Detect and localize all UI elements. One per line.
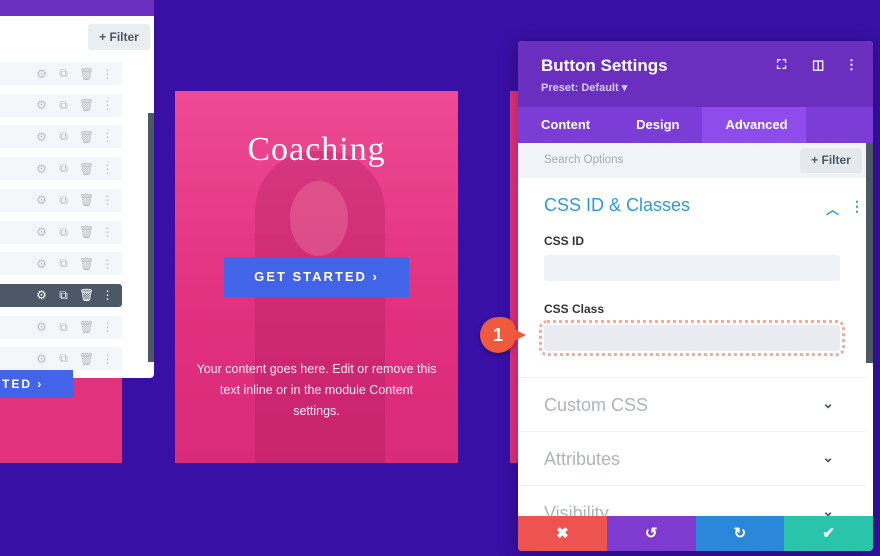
duplicate-icon[interactable]: ⧉ xyxy=(57,161,70,176)
preset-dropdown[interactable]: Preset: Default ▾ xyxy=(541,81,627,94)
close-icon: ✖ xyxy=(556,525,569,542)
more-icon[interactable]: ⋮ xyxy=(101,352,114,366)
tab-content[interactable]: Content xyxy=(518,107,613,143)
more-icon[interactable]: ⋮ xyxy=(101,130,114,144)
card-body-text: Your content goes here. Edit or remove t… xyxy=(196,362,437,418)
filter-button[interactable]: + Filter xyxy=(800,148,862,173)
panel-footer: ✖ ↺ ↻ ✔ xyxy=(518,516,873,551)
chevron-down-icon: ⌄ xyxy=(822,395,834,411)
section-title-css-id-classes[interactable]: CSS ID & Classes xyxy=(544,195,690,216)
more-icon[interactable]: ⋮ xyxy=(101,98,114,112)
partial-get-started-button[interactable]: TED › xyxy=(0,370,73,398)
section-label: Attributes xyxy=(544,449,621,469)
redo-icon: ↻ xyxy=(733,525,747,542)
gear-icon[interactable]: ⚙ xyxy=(35,320,48,334)
tab-design[interactable]: Design xyxy=(613,107,702,143)
trash-icon[interactable]: 🗑 xyxy=(79,320,94,334)
card-title: Coaching xyxy=(247,131,386,168)
trash-icon[interactable]: 🗑 xyxy=(79,130,94,144)
panel-title: Button Settings xyxy=(541,56,668,75)
button-settings-panel: Button Settings Preset: Default ▾ ⛶ ◫ ⋮ … xyxy=(518,41,873,551)
undo-button[interactable]: ↺ xyxy=(606,516,696,551)
duplicate-icon[interactable]: ⧉ xyxy=(57,351,70,366)
layers-header xyxy=(0,0,154,16)
scrollbar[interactable] xyxy=(866,143,873,363)
gear-icon[interactable]: ⚙ xyxy=(35,98,48,112)
gear-icon[interactable]: ⚙ xyxy=(35,193,48,207)
duplicate-icon[interactable]: ⧉ xyxy=(57,129,70,144)
trash-icon[interactable]: 🗑 xyxy=(79,193,94,207)
layers-panel: + Filter ⚙ ⧉ 🗑 ⋮ ⚙ ⧉ 🗑 ⋮ ⚙ ⧉ 🗑 ⋮ ⚙ ⧉ 🗑 ⋮ ⚙ ⧉ 🗑 ⋮ ⚙ ⧉ 🗑 ⋮ ⚙ ⧉ 🗑 ⋮ ⚙ ⧉ 🗑… xyxy=(0,0,154,378)
layer-row[interactable]: ⚙ ⧉ 🗑 ⋮ xyxy=(0,157,122,181)
layer-row[interactable]: ⚙ ⧉ 🗑 ⋮ xyxy=(0,188,122,212)
css-class-input[interactable] xyxy=(539,320,845,356)
gear-icon[interactable]: ⚙ xyxy=(35,288,48,302)
search-bar: Search Options + Filter xyxy=(518,143,866,178)
duplicate-icon[interactable]: ⧉ xyxy=(57,66,70,81)
trash-icon[interactable]: 🗑 xyxy=(79,98,94,112)
layer-row[interactable]: ⚙ ⧉ 🗑 ⋮ xyxy=(0,220,122,244)
more-icon[interactable]: ⋮ xyxy=(101,162,114,176)
layer-row[interactable]: ⚙ ⧉ 🗑 ⋮ xyxy=(0,125,122,149)
coaching-card: Coaching GET STARTED › Your content goes… xyxy=(175,91,458,463)
panel-header: Button Settings Preset: Default ▾ ⛶ ◫ ⋮ xyxy=(518,41,873,107)
redo-button[interactable]: ↻ xyxy=(695,516,785,551)
section-more-icon[interactable]: ⋮ xyxy=(850,198,864,215)
chevron-down-icon: ⌄ xyxy=(822,449,834,465)
check-icon: ✔ xyxy=(822,525,835,542)
trash-icon[interactable]: 🗑 xyxy=(79,257,94,271)
gear-icon[interactable]: ⚙ xyxy=(35,257,48,271)
trash-icon[interactable]: 🗑 xyxy=(79,225,94,239)
get-started-button[interactable]: GET STARTED › xyxy=(224,257,409,297)
section-attributes[interactable]: Attributes ⌄ xyxy=(518,431,866,485)
section-custom-css[interactable]: Custom CSS ⌄ xyxy=(518,377,866,431)
layer-row[interactable]: ⚙ ⧉ 🗑 ⋮ xyxy=(0,315,122,339)
more-icon[interactable]: ⋮ xyxy=(101,193,114,207)
duplicate-icon[interactable]: ⧉ xyxy=(57,256,70,271)
trash-icon[interactable]: 🗑 xyxy=(79,67,94,81)
cancel-button[interactable]: ✖ xyxy=(518,516,607,551)
more-icon[interactable]: ⋮ xyxy=(101,67,114,81)
more-icon[interactable]: ⋮ xyxy=(101,288,114,302)
duplicate-icon[interactable]: ⧉ xyxy=(57,288,70,303)
duplicate-icon[interactable]: ⧉ xyxy=(57,225,70,240)
css-id-input[interactable] xyxy=(544,255,840,281)
sidebar-toggle-icon[interactable]: ◫ xyxy=(812,57,824,73)
trash-icon[interactable]: 🗑 xyxy=(79,162,94,176)
css-id-label: CSS ID xyxy=(544,234,585,248)
more-icon[interactable]: ⋮ xyxy=(101,257,114,271)
gear-icon[interactable]: ⚙ xyxy=(35,162,48,176)
undo-icon: ↺ xyxy=(644,525,658,542)
gear-icon[interactable]: ⚙ xyxy=(35,225,48,239)
trash-icon[interactable]: 🗑 xyxy=(79,288,94,302)
layer-row[interactable]: ⚙ ⧉ 🗑 ⋮ xyxy=(0,252,122,276)
scrollbar[interactable] xyxy=(148,113,154,362)
duplicate-icon[interactable]: ⧉ xyxy=(57,98,70,113)
tab-advanced[interactable]: Advanced xyxy=(702,107,807,143)
layer-row[interactable]: ⚙ ⧉ 🗑 ⋮ xyxy=(0,62,122,85)
trash-icon[interactable]: 🗑 xyxy=(79,352,94,366)
more-icon[interactable]: ⋮ xyxy=(101,320,114,334)
filter-button[interactable]: + Filter xyxy=(88,24,150,50)
duplicate-icon[interactable]: ⧉ xyxy=(57,320,70,335)
save-button[interactable]: ✔ xyxy=(784,516,873,551)
gear-icon[interactable]: ⚙ xyxy=(35,130,48,144)
layer-row[interactable]: ⚙ ⧉ 🗑 ⋮ xyxy=(0,93,122,117)
tab-bar: Content Design Advanced xyxy=(518,107,873,143)
duplicate-icon[interactable]: ⧉ xyxy=(57,193,70,208)
layer-row[interactable]: ⚙ ⧉ 🗑 ⋮ xyxy=(0,283,122,307)
search-input[interactable]: Search Options xyxy=(544,154,623,166)
chevron-up-icon[interactable]: ︿ xyxy=(826,199,839,218)
layer-row[interactable]: ⚙ ⧉ 🗑 ⋮ xyxy=(0,347,122,371)
fullscreen-icon[interactable]: ⛶ xyxy=(777,57,786,73)
gear-icon[interactable]: ⚙ xyxy=(35,67,48,81)
section-label: Custom CSS xyxy=(544,395,649,415)
css-class-label: CSS Class xyxy=(544,302,605,316)
person-face xyxy=(290,181,348,256)
step-badge: 1 xyxy=(480,317,526,353)
gear-icon[interactable]: ⚙ xyxy=(35,352,48,366)
more-options-icon[interactable]: ⋮ xyxy=(845,57,858,73)
more-icon[interactable]: ⋮ xyxy=(101,225,114,239)
